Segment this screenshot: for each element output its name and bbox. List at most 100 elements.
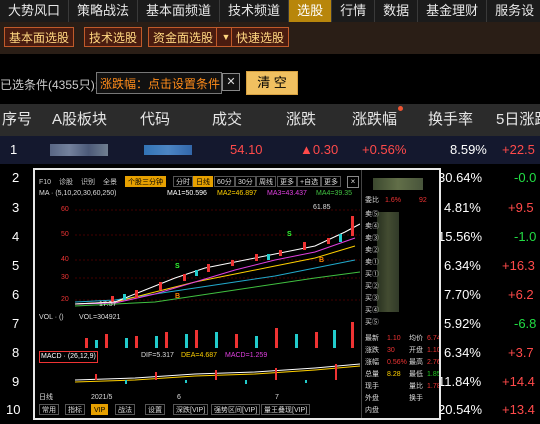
row-price: 54.10 — [230, 142, 263, 157]
stock-preview-popup[interactable]: F10 诊股 识别 全景 个股三分钟 分时 日线 60分 30分 周线 更多 +… — [33, 168, 441, 420]
high-label: 最高 — [409, 359, 423, 366]
tab-settings[interactable]: 设置 — [145, 404, 165, 415]
buy4-label: 买④ — [365, 307, 379, 314]
nav-tab-services[interactable]: 服务设 — [487, 0, 540, 22]
row-5day: +14.4 — [502, 374, 535, 389]
technical-screener-button[interactable]: 技术选股 — [84, 27, 143, 47]
row-5day: +9.5 — [508, 200, 534, 215]
tab-common[interactable]: 常用 — [39, 404, 59, 415]
three-minute-button[interactable]: 个股三分钟 — [125, 176, 166, 187]
nav-tab-fundamental[interactable]: 基本面频道 — [138, 0, 221, 22]
row-turnover: 5.92% — [444, 316, 481, 331]
nav-tab-trend[interactable]: 大势风口 — [0, 0, 70, 22]
header-sector[interactable]: A股板块 — [52, 104, 107, 136]
period-more[interactable]: 更多 — [277, 176, 297, 187]
order-ratio-label: 委比 — [365, 197, 379, 204]
row-5day: +16.3 — [502, 258, 535, 273]
row-turnover: 8.59% — [450, 142, 487, 157]
low-price-label: 17.57 — [99, 301, 117, 308]
ma-legend: MA · (5,10,20,30,60,250) — [39, 190, 117, 197]
outer-disk-label: 外盘 — [365, 395, 379, 402]
row-index: 9 — [12, 374, 20, 389]
sell3-label: 卖③ — [365, 235, 379, 242]
capital-screener-button[interactable]: 资金面选股 ▼ — [148, 27, 237, 47]
nav-tab-funds[interactable]: 基金理财 — [418, 0, 488, 22]
period-weekly[interactable]: 周线 — [256, 176, 276, 187]
nav-tab-quotes[interactable]: 行情 — [332, 0, 376, 22]
latest-value: 1.10 — [387, 335, 401, 342]
close-icon[interactable]: ✕ — [222, 73, 240, 91]
tab-strong-range[interactable]: 强势区间[VIP] — [211, 404, 261, 415]
row-5day: +22.5 — [502, 142, 535, 157]
header-price[interactable]: 成交 — [212, 104, 242, 136]
ma4-value: MA4=39.35 — [316, 190, 352, 197]
add-watchlist-button[interactable]: +自选 — [297, 176, 322, 187]
sell4-label: 卖④ — [365, 223, 379, 230]
row-turnover: 15.56% — [438, 229, 483, 244]
macd-value: MACD=1.259 — [225, 352, 268, 359]
table-row[interactable]: 1 54.10 ▲0.30 +0.56% 8.59% +22.5 — [0, 136, 540, 164]
macd-dea: DEA=4.687 — [181, 352, 217, 359]
date-tick: 2021/5 — [91, 394, 113, 401]
tab-vip[interactable]: VIP — [91, 404, 109, 415]
header-code[interactable]: 代码 — [140, 104, 170, 136]
sell-signal-icon: B — [319, 257, 325, 264]
more-button[interactable]: 更多 — [321, 176, 341, 187]
row-index: 3 — [12, 200, 20, 215]
buy-signal-icon: S — [175, 263, 180, 270]
condition-chip-label: 涨跌幅：点击设置条件 — [100, 77, 221, 91]
vol-value: VOL=304921 — [79, 314, 121, 321]
row-index: 8 — [12, 345, 20, 360]
table-header: 序号 A股板块 代码 成交 涨跌 涨跌幅 换手率 5日涨跌 — [0, 104, 540, 136]
row-5day: -0.0 — [514, 170, 537, 185]
identify-button[interactable]: 识别 — [81, 177, 95, 188]
condition-bar: 已选条件(4355只): 涨跌幅：点击设置条件 ✕ 清 空 — [0, 54, 540, 104]
change-pct-value: 0.56% — [387, 359, 407, 366]
date-axis-label: 日线 — [39, 394, 53, 401]
row-change: ▲0.30 — [300, 142, 339, 157]
header-change[interactable]: 涨跌 — [286, 104, 316, 136]
condition-chip[interactable]: 涨跌幅：点击设置条件 — [96, 72, 222, 94]
period-60min[interactable]: 60分 — [214, 176, 235, 187]
selected-count-label: 已选条件(4355只): — [0, 78, 99, 92]
buy1-label: 买① — [365, 271, 379, 278]
tab-deep-drop[interactable]: 深跌[VIP] — [173, 404, 209, 415]
sell-signal-icon: B — [175, 293, 181, 300]
ma1-value: MA1=50.596 — [167, 190, 207, 197]
panorama-button[interactable]: 全景 — [103, 177, 117, 188]
f10-button[interactable]: F10 — [39, 177, 51, 188]
quick-screener-button[interactable]: 快速选股 — [231, 27, 290, 47]
period-30min[interactable]: 30分 — [235, 176, 256, 187]
sell2-label: 卖② — [365, 247, 379, 254]
avg-label: 均价 — [409, 335, 423, 342]
capital-screener-label: 资金面选股 — [153, 31, 214, 45]
header-index[interactable]: 序号 — [2, 104, 32, 136]
nav-tab-technical[interactable]: 技术频道 — [220, 0, 290, 22]
row-index: 7 — [12, 316, 20, 331]
sell5-label: 卖⑤ — [365, 211, 379, 218]
nav-tab-stock-picking[interactable]: 选股 — [289, 0, 333, 22]
period-daily[interactable]: 日线 — [193, 176, 213, 187]
buy5-label: 买⑤ — [365, 319, 379, 326]
y-tick: 60 — [61, 206, 69, 213]
volume-label: 总量 — [365, 371, 379, 378]
nav-tab-data[interactable]: 数据 — [375, 0, 419, 22]
fundamental-screener-button[interactable]: 基本面选股 — [4, 27, 75, 47]
row-5day: +6.2 — [508, 287, 534, 302]
tab-indicators[interactable]: 指标 — [65, 404, 85, 415]
period-intraday[interactable]: 分时 — [173, 176, 193, 187]
clear-button[interactable]: 清 空 — [246, 71, 298, 95]
header-5day[interactable]: 5日涨跌 — [496, 104, 540, 136]
nav-tab-strategy[interactable]: 策略战法 — [69, 0, 139, 22]
diagnose-button[interactable]: 诊股 — [59, 177, 73, 188]
high-value: 2.76 — [427, 359, 441, 366]
header-change-pct[interactable]: 涨跌幅 — [352, 104, 397, 136]
blurred-stock-name — [373, 178, 423, 190]
tab-tactics[interactable]: 战法 — [115, 404, 135, 415]
blurred-order-book — [377, 212, 399, 312]
ma2-value: MA2=46.897 — [217, 190, 257, 197]
header-turnover[interactable]: 换手率 — [428, 104, 473, 136]
tab-volume-king[interactable]: 量王叠现[VIP] — [261, 404, 311, 415]
macd-chart — [75, 363, 360, 384]
close-icon[interactable]: × — [347, 176, 359, 188]
